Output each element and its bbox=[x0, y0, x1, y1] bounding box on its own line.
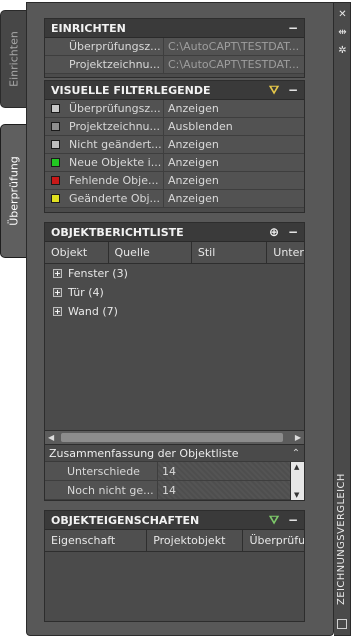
setup-row-label: Projektzeichnu... bbox=[69, 58, 161, 71]
column-sub[interactable]: Unter bbox=[267, 242, 304, 263]
auto-hide-icon[interactable]: ⇹ bbox=[336, 27, 349, 39]
expand-icon[interactable]: + bbox=[53, 288, 62, 297]
tab-review[interactable]: Überprüfung bbox=[0, 124, 26, 258]
column-property[interactable]: Eigenschaft bbox=[45, 530, 148, 551]
filter-legend-title: VISUELLE FILTERLEGENDE bbox=[51, 83, 211, 97]
column-project-object[interactable]: Projektobjekt bbox=[147, 530, 244, 551]
setup-row[interactable]: Projektzeichnu... C:\AutoCAPT\TESTDAT... bbox=[45, 56, 304, 74]
color-swatch-icon bbox=[51, 194, 60, 203]
filter-legend-value[interactable]: Anzeigen bbox=[168, 192, 219, 205]
filter-legend-value[interactable]: Anzeigen bbox=[168, 156, 219, 169]
filter-icon[interactable]: ⛛ bbox=[266, 83, 282, 98]
column-source[interactable]: Quelle bbox=[109, 242, 192, 263]
scroll-thumb[interactable] bbox=[61, 433, 283, 442]
setup-row-value: C:\AutoCAPT\TESTDAT... bbox=[168, 40, 300, 53]
close-icon[interactable]: ✕ bbox=[336, 9, 349, 21]
tab-setup-label: Einrichten bbox=[7, 31, 20, 87]
chevron-up-icon[interactable]: ⌃ bbox=[288, 448, 304, 459]
scroll-right-icon[interactable]: ▶ bbox=[295, 433, 301, 442]
object-report-columns: Objekt Quelle Stil Unter bbox=[45, 242, 304, 264]
object-properties-title: OBJEKTEIGENSCHAFTEN bbox=[51, 513, 200, 527]
setup-row-value: C:\AutoCAPT\TESTDAT... bbox=[168, 58, 300, 71]
filter-legend-section: VISUELLE FILTERLEGENDE ⛛ − Überprüfungsz… bbox=[44, 80, 305, 213]
collapse-icon[interactable]: − bbox=[285, 83, 301, 97]
summary-row: Unterschiede 14 bbox=[45, 462, 290, 481]
color-swatch-icon bbox=[51, 176, 60, 185]
tree-item-label: Tür (4) bbox=[68, 286, 104, 299]
summary-row-label: Noch nicht ge... bbox=[67, 483, 154, 497]
object-report-title: OBJEKTBERICHTLISTE bbox=[51, 225, 184, 239]
collapse-icon[interactable]: − bbox=[285, 225, 301, 239]
scroll-down-icon[interactable]: ▼ bbox=[294, 491, 299, 499]
filter-legend-label: Fehlende Obje... bbox=[69, 174, 159, 187]
scroll-up-icon[interactable]: ▲ bbox=[294, 463, 299, 471]
summary-title: Zusammenfassung der Objektliste bbox=[49, 446, 239, 460]
filter-legend-label: Geänderte Obj... bbox=[69, 192, 161, 205]
filter-legend-label: Nicht geändert... bbox=[69, 138, 162, 151]
column-object[interactable]: Objekt bbox=[45, 242, 109, 263]
column-style[interactable]: Stil bbox=[192, 242, 268, 263]
filter-legend-header[interactable]: VISUELLE FILTERLEGENDE ⛛ − bbox=[45, 81, 304, 100]
filter-legend-row[interactable]: Projektzeichnu... Ausblenden bbox=[45, 118, 304, 136]
zoom-icon[interactable]: ⊕ bbox=[266, 225, 282, 239]
object-properties-section: OBJEKTEIGENSCHAFTEN ⛛ − Eigenschaft Proj… bbox=[44, 510, 305, 622]
filter-legend-value[interactable]: Ausblenden bbox=[168, 120, 233, 133]
color-swatch-icon bbox=[51, 158, 60, 167]
collapse-icon[interactable]: − bbox=[285, 21, 301, 35]
filter-legend-list: Überprüfungsz... Anzeigen Projektzeichnu..… bbox=[45, 100, 304, 208]
filter-legend-value[interactable]: Anzeigen bbox=[168, 174, 219, 187]
tree-item[interactable]: + Wand (7) bbox=[45, 302, 304, 321]
tree-item-label: Fenster (3) bbox=[68, 267, 128, 280]
summary-section: Zusammenfassung der Objektliste ⌃ Unters… bbox=[44, 444, 305, 501]
summary-row-value: 14 bbox=[162, 464, 176, 478]
expand-icon[interactable]: + bbox=[53, 307, 62, 316]
summary-vscroll[interactable]: ▲ ▼ bbox=[290, 462, 304, 500]
tree-item[interactable]: + Tür (4) bbox=[45, 283, 304, 302]
summary-header[interactable]: Zusammenfassung der Objektliste ⌃ bbox=[45, 445, 304, 462]
object-report-hscroll[interactable]: ◀ ▶ bbox=[45, 430, 304, 444]
filter-legend-row[interactable]: Fehlende Obje... Anzeigen bbox=[45, 172, 304, 190]
setup-row-label: Überprüfungsz... bbox=[69, 40, 161, 53]
setup-header[interactable]: EINRICHTEN − bbox=[45, 19, 304, 38]
filter-legend-row[interactable]: Neue Objekte i... Anzeigen bbox=[45, 154, 304, 172]
collapse-icon[interactable]: − bbox=[285, 513, 301, 527]
properties-gear-icon[interactable]: ✲ bbox=[336, 45, 349, 57]
summary-row-value: 14 bbox=[162, 483, 176, 497]
filter-legend-label: Überprüfungsz... bbox=[69, 102, 161, 115]
setup-row[interactable]: Überprüfungsz... C:\AutoCAPT\TESTDAT... bbox=[45, 38, 304, 56]
color-swatch-icon bbox=[51, 140, 60, 149]
object-report-header[interactable]: OBJEKTBERICHTLISTE ⊕ − bbox=[45, 223, 304, 242]
filter-legend-value[interactable]: Anzeigen bbox=[168, 102, 219, 115]
object-properties-columns: Eigenschaft Projektobjekt Überprüfu bbox=[45, 530, 304, 552]
object-report-section: OBJEKTBERICHTLISTE ⊕ − Objekt Quelle Sti… bbox=[44, 222, 305, 445]
palette-menu-icon[interactable] bbox=[337, 619, 347, 629]
filter-legend-row[interactable]: Überprüfungsz... Anzeigen bbox=[45, 100, 304, 118]
setup-title: EINRICHTEN bbox=[51, 21, 126, 35]
filter-legend-value[interactable]: Anzeigen bbox=[168, 138, 219, 151]
filter-legend-label: Projektzeichnu... bbox=[69, 120, 161, 133]
filter-icon[interactable]: ⛛ bbox=[266, 513, 282, 528]
color-swatch-icon bbox=[51, 104, 60, 113]
tree-item[interactable]: + Fenster (3) bbox=[45, 264, 304, 283]
palette-title-strip: ✕ ⇹ ✲ ZEICHNUNGSVERGLEICH bbox=[334, 2, 351, 636]
color-swatch-icon bbox=[51, 122, 60, 131]
column-review[interactable]: Überprüfu bbox=[243, 530, 304, 551]
object-properties-header[interactable]: OBJEKTEIGENSCHAFTEN ⛛ − bbox=[45, 511, 304, 530]
expand-icon[interactable]: + bbox=[53, 269, 62, 278]
summary-row: Noch nicht ge... 14 bbox=[45, 481, 290, 500]
filter-legend-row[interactable]: Geänderte Obj... Anzeigen bbox=[45, 190, 304, 208]
palette-title: ZEICHNUNGSVERGLEICH bbox=[336, 473, 347, 605]
filter-legend-label: Neue Objekte i... bbox=[69, 156, 162, 169]
tree-item-label: Wand (7) bbox=[68, 305, 118, 318]
tab-setup[interactable]: Einrichten bbox=[0, 10, 26, 108]
summary-row-label: Unterschiede bbox=[67, 464, 140, 478]
setup-section: EINRICHTEN − Überprüfungsz... C:\AutoCAP… bbox=[44, 18, 305, 78]
filter-legend-row[interactable]: Nicht geändert... Anzeigen bbox=[45, 136, 304, 154]
drawing-compare-palette: Einrichten Überprüfung ✕ ⇹ ✲ ZEICHNUNGSV… bbox=[0, 0, 351, 638]
tab-review-label: Überprüfung bbox=[7, 156, 20, 226]
scroll-left-icon[interactable]: ◀ bbox=[48, 433, 54, 442]
